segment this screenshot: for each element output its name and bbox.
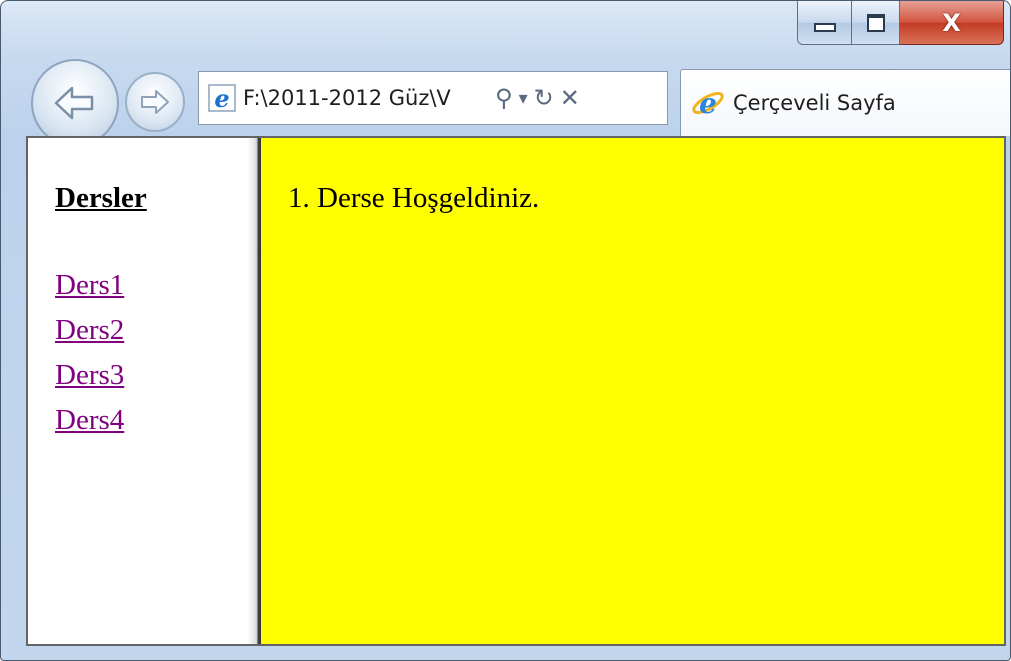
welcome-message: 1. Derse Hoşgeldiniz.	[288, 182, 540, 214]
refresh-icon[interactable]: ↻	[534, 84, 554, 112]
close-icon: X	[942, 8, 961, 37]
maximize-icon	[866, 13, 885, 32]
frame-splitter[interactable]	[247, 138, 261, 644]
lessons-heading: Dersler	[55, 182, 147, 214]
search-icon[interactable]: ⚲	[495, 84, 513, 112]
window-controls: X	[797, 1, 1004, 45]
stop-icon[interactable]: ✕	[560, 84, 580, 112]
dropdown-icon[interactable]: ▾	[519, 88, 528, 109]
lesson-link-2[interactable]: Ders2	[55, 308, 247, 353]
back-button[interactable]	[31, 59, 119, 147]
right-frame: 1. Derse Hoşgeldiniz.	[261, 138, 1004, 644]
lesson-link-1[interactable]: Ders1	[55, 263, 247, 308]
minimize-icon	[813, 23, 836, 32]
ie-logo-icon: e	[692, 87, 724, 120]
tab-active[interactable]: e Çerçeveli Sayfa	[680, 69, 1010, 136]
ie-page-icon: e	[208, 84, 236, 113]
forward-button[interactable]	[125, 72, 185, 132]
back-arrow-icon	[54, 86, 94, 120]
minimize-button[interactable]	[797, 1, 852, 45]
lesson-link-4[interactable]: Ders4	[55, 398, 247, 443]
svg-text:e: e	[214, 84, 229, 113]
maximize-button[interactable]	[852, 1, 900, 45]
close-button[interactable]: X	[900, 1, 1004, 45]
svg-text:e: e	[699, 87, 717, 120]
tab-title: Çerçeveli Sayfa	[733, 91, 896, 115]
page-content: Dersler Ders1 Ders2 Ders3 Ders4 1. Derse…	[26, 136, 1006, 646]
left-frame: Dersler Ders1 Ders2 Ders3 Ders4	[28, 138, 247, 644]
lesson-link-3[interactable]: Ders3	[55, 353, 247, 398]
address-url[interactable]: F:\2011-2012 Güz\V	[243, 86, 489, 110]
forward-arrow-icon	[141, 90, 169, 114]
address-bar[interactable]: e F:\2011-2012 Güz\V ⚲ ▾ ↻ ✕	[198, 71, 668, 125]
browser-window: X e F:\2011-2012 Güz\V ⚲ ▾ ↻ ✕ e Çerçeve…	[0, 0, 1011, 661]
